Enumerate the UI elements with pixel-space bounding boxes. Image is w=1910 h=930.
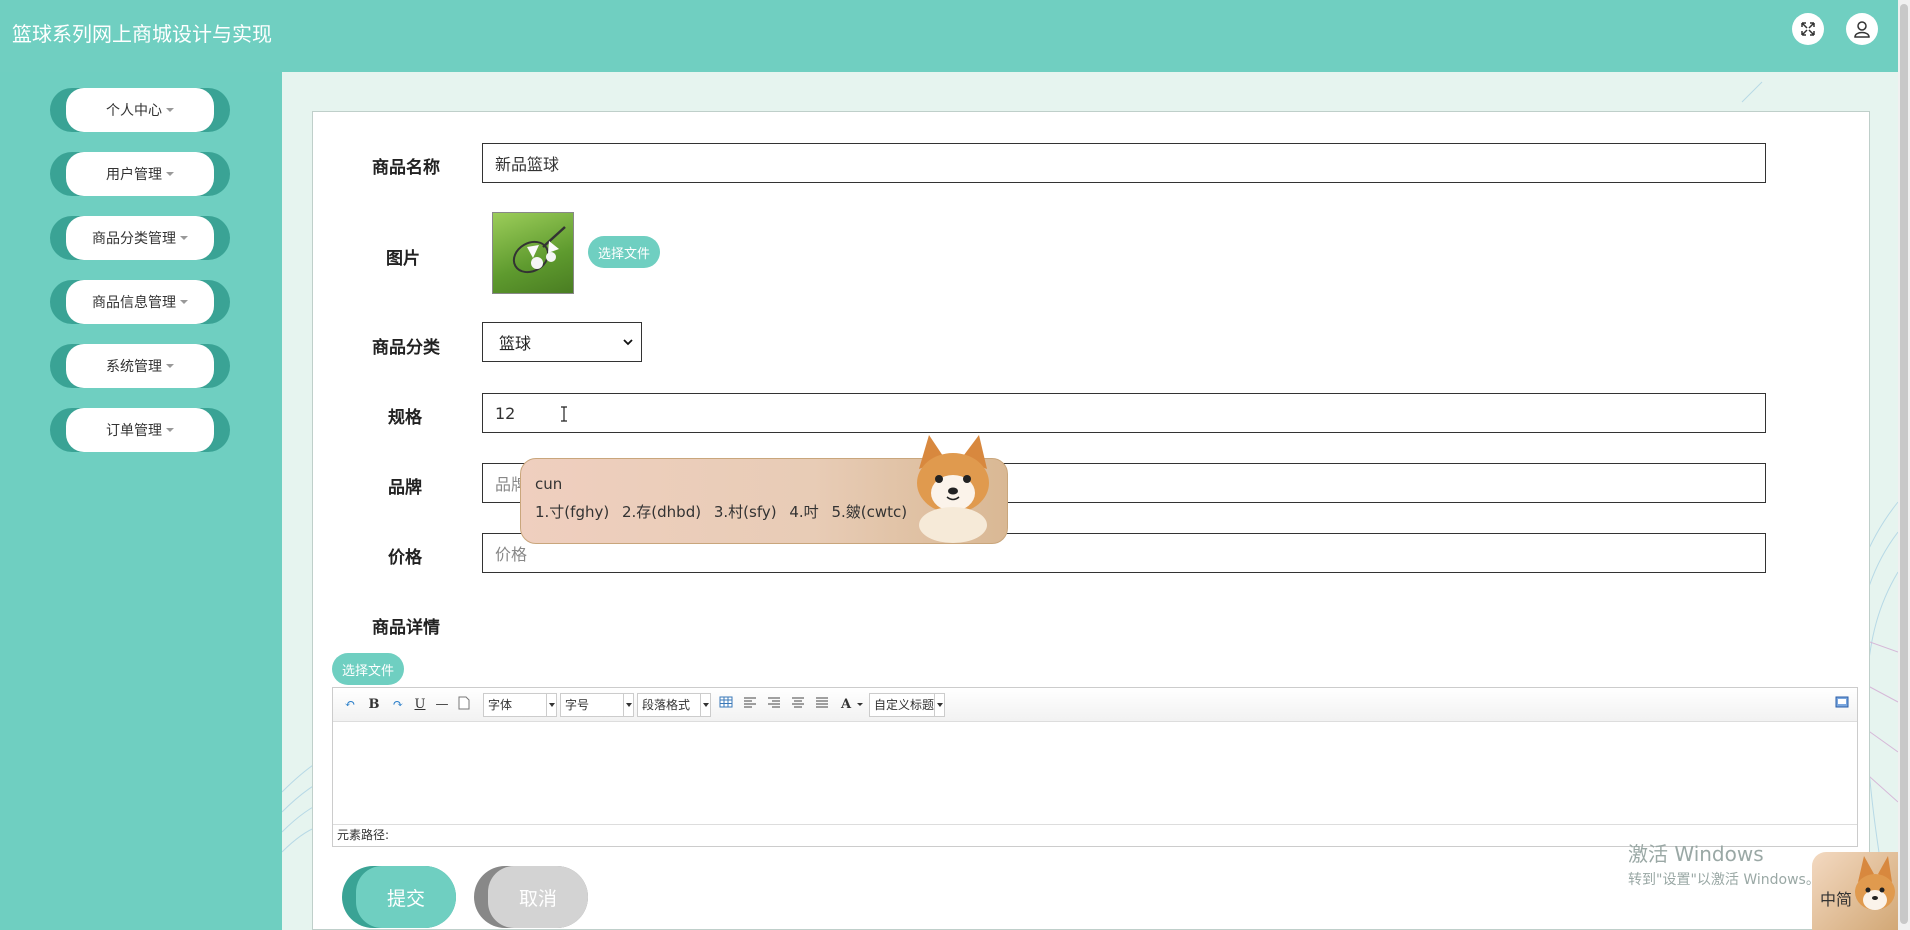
chevron-down-icon [623, 339, 633, 346]
font-size-combo-label: 字号 [565, 698, 590, 712]
font-family-combo-label: 字体 [488, 698, 513, 712]
editor-toolbar: ↶ B ↷ U — 字体 字号 段落格式 A 自定义标题 [333, 688, 1857, 722]
ime-candidate[interactable]: 2.存(dhbd) [622, 503, 701, 521]
sidebar-item-label: 商品分类管理 [92, 231, 176, 247]
ime-candidate[interactable]: 5.皴(cwtc) [831, 503, 907, 521]
align-left-icon[interactable] [741, 696, 759, 714]
font-color-label: A [840, 697, 852, 712]
custom-title-combo[interactable]: 自定义标题 [869, 693, 945, 717]
sidebar: 个人中心 用户管理 商品分类管理 商品信息管理 系统管理 订单管理 [0, 72, 282, 930]
align-right-icon[interactable] [765, 696, 783, 714]
spec-label: 规格 [388, 408, 422, 428]
ime-candidate-list: 1.寸(fghy) 2.存(dhbd) 3.村(sfy) 4.吋 5.皴(cwt… [535, 501, 915, 522]
chevron-down-icon [546, 694, 556, 716]
redo-icon[interactable]: ↷ [389, 696, 407, 714]
shiba-dog-icon [1855, 856, 1895, 910]
ime-candidate[interactable]: 3.村(sfy) [714, 503, 777, 521]
caret-down-icon [166, 172, 174, 176]
shiba-dog-icon [917, 435, 989, 543]
horizontal-rule-icon[interactable]: — [433, 696, 451, 714]
caret-down-icon [180, 236, 188, 240]
user-button[interactable] [1846, 13, 1878, 45]
font-family-combo[interactable]: 字体 [483, 693, 557, 717]
sidebar-item-order-management[interactable]: 订单管理 [50, 408, 230, 452]
chevron-down-icon [700, 694, 710, 716]
sidebar-item-user-management[interactable]: 用户管理 [50, 152, 230, 196]
sidebar-item-product-management[interactable]: 商品信息管理 [50, 280, 230, 324]
sidebar-item-label: 商品信息管理 [92, 295, 176, 311]
choose-file-button[interactable]: 选择文件 [588, 236, 661, 268]
editor-content-area[interactable] [333, 722, 1857, 826]
ime-candidate[interactable]: 4.吋 [789, 503, 818, 521]
cancel-button-label: 取消 [488, 866, 588, 928]
brand-label: 品牌 [388, 478, 422, 498]
custom-title-combo-label: 自定义标题 [874, 698, 935, 712]
chevron-down-icon [934, 694, 944, 716]
paragraph-format-combo[interactable]: 段落格式 [637, 693, 711, 717]
detail-label: 商品详情 [372, 618, 440, 638]
align-justify-icon[interactable] [813, 696, 831, 714]
caret-down-icon [180, 300, 188, 304]
ime-candidate[interactable]: 1.寸(fghy) [535, 503, 609, 521]
chevron-down-icon [623, 694, 633, 716]
watermark-line2: 转到"设置"以激活 Windows。 [1628, 872, 1820, 888]
paragraph-format-combo-label: 段落格式 [642, 698, 691, 712]
sidebar-item-system-management[interactable]: 系统管理 [50, 344, 230, 388]
caret-down-icon [166, 108, 174, 112]
submit-button[interactable]: 提交 [342, 866, 456, 928]
fullscreen-button[interactable] [1792, 13, 1824, 45]
sidebar-item-label: 个人中心 [106, 103, 162, 119]
caret-down-icon [166, 364, 174, 368]
expand-icon [1801, 22, 1815, 36]
product-name-value: 新品篮球 [495, 155, 560, 174]
spec-value: 12 [495, 403, 516, 423]
sidebar-item-label: 订单管理 [106, 423, 162, 439]
undo-icon[interactable]: ↶ [341, 696, 359, 714]
table-icon[interactable] [717, 696, 735, 714]
detail-choose-file-button[interactable]: 选择文件 [332, 653, 405, 685]
sidebar-item-personal-center[interactable]: 个人中心 [50, 88, 230, 132]
app-title: 篮球系列网上商城设计与实现 [12, 22, 272, 46]
ime-status-badge[interactable]: 中简 [1812, 852, 1898, 930]
ime-candidate-popup: cun 1.寸(fghy) 2.存(dhbd) 3.村(sfy) 4.吋 5.皴… [520, 435, 1008, 544]
badminton-racket-image [512, 226, 566, 274]
scrollbar-thumb[interactable] [1900, 4, 1908, 924]
watermark-line1: 激活 Windows [1628, 842, 1764, 866]
text-cursor-icon [561, 406, 567, 422]
align-center-icon[interactable] [789, 696, 807, 714]
sidebar-item-label: 用户管理 [106, 167, 162, 183]
bold-button[interactable]: B [365, 696, 383, 714]
image-label: 图片 [386, 249, 420, 269]
sidebar-item-category-management[interactable]: 商品分类管理 [50, 216, 230, 260]
price-label: 价格 [388, 548, 422, 568]
document-icon[interactable] [455, 696, 473, 714]
ime-composition-text: cun [535, 475, 563, 493]
product-name-label: 商品名称 [372, 158, 440, 178]
font-size-combo[interactable]: 字号 [560, 693, 634, 717]
font-color-dropdown-icon[interactable] [851, 696, 869, 714]
category-label: 商品分类 [372, 338, 440, 358]
sidebar-item-label: 系统管理 [106, 359, 162, 375]
underline-button[interactable]: U [411, 696, 429, 714]
category-selected-value: 篮球 [499, 334, 532, 353]
price-placeholder: 价格 [495, 545, 528, 564]
spec-input[interactable]: 12 [482, 393, 1766, 433]
user-icon [1854, 21, 1870, 38]
submit-button-label: 提交 [356, 866, 456, 928]
top-header: 篮球系列网上商城设计与实现 [0, 0, 1898, 72]
product-image-thumbnail [492, 212, 574, 294]
category-select[interactable]: 篮球 [482, 322, 642, 362]
page-scrollbar[interactable] [1898, 0, 1910, 930]
product-name-input[interactable]: 新品篮球 [482, 143, 1766, 183]
rich-text-editor: ↶ B ↷ U — 字体 字号 段落格式 A 自定义标题 元素路径: [332, 687, 1858, 847]
cancel-button[interactable]: 取消 [474, 866, 588, 928]
caret-down-icon [166, 428, 174, 432]
windows-activation-watermark: 激活 Windows 转到"设置"以激活 Windows。 [1628, 838, 1820, 889]
fullscreen-editor-icon[interactable] [1833, 696, 1851, 714]
